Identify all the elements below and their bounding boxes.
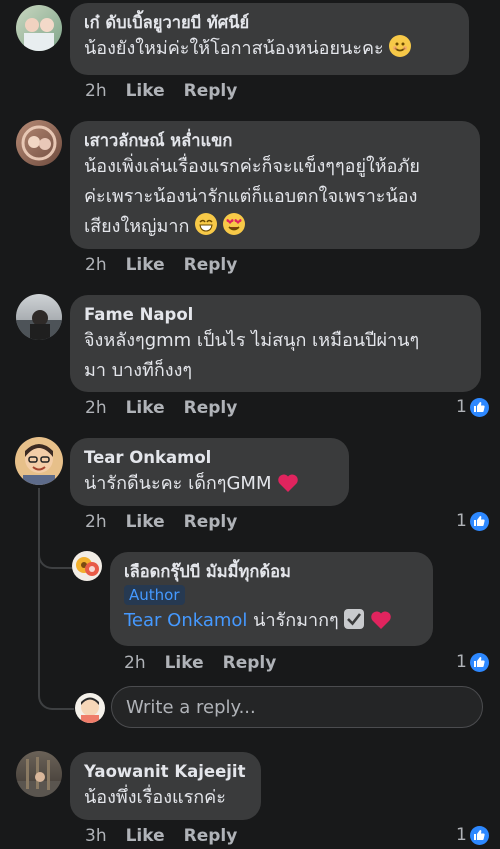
- reply-input-placeholder: Write a reply...: [126, 697, 256, 718]
- current-user-avatar: [75, 693, 105, 723]
- comment-author[interactable]: Yaowanit Kajeejit: [84, 761, 247, 783]
- comment-bubble: Tear Onkamol น่ารักดีนะคะ เด็กๆGMM: [70, 438, 349, 506]
- reaction-count-number: 1: [456, 825, 467, 845]
- like-button[interactable]: Like: [126, 255, 165, 275]
- reply-input[interactable]: Write a reply...: [111, 686, 483, 728]
- comment-author[interactable]: เก๋ ดับเบิ้ลยูวายบี ทัศนีย์: [84, 12, 455, 34]
- reply-button[interactable]: Reply: [184, 81, 238, 101]
- reaction-count-number: 1: [456, 397, 467, 417]
- avatar-photo-icon: [24, 18, 54, 51]
- comment-author[interactable]: เลือดกรุ๊ปบี มัมมี้ทุกด้อม: [124, 561, 419, 583]
- heart-eyes-emoji-icon: [222, 213, 245, 235]
- thread-branch: [38, 690, 74, 710]
- comment-bubble: เก๋ ดับเบิ้ลยูวายบี ทัศนีย์ น้องยังใหม่ค…: [70, 3, 469, 75]
- like-thumb-icon: [469, 511, 489, 531]
- grin-emoji-icon: [195, 213, 218, 235]
- like-thumb-icon: [469, 397, 489, 417]
- comment-time[interactable]: 2h: [85, 255, 107, 275]
- comment-bubble: เลือดกรุ๊ปบี มัมมี้ทุกด้อม Author Tear O…: [110, 552, 433, 646]
- comment-text-line: เสียงใหญ่มาก: [84, 216, 190, 237]
- comment-text-line: น้องเพิ่งเล่นเรื่องแรกค่ะก็จะแข็งๆๆอยู่ใ…: [84, 156, 420, 177]
- like-thumb-icon: [469, 652, 489, 672]
- reaction-count-number: 1: [456, 652, 467, 672]
- smile-emoji-icon: [389, 35, 412, 57]
- avatar[interactable]: [16, 751, 62, 797]
- thread-line: [38, 488, 40, 694]
- reaction-count[interactable]: 1: [456, 652, 489, 672]
- comment-text: น่ารักมากๆ: [247, 610, 339, 631]
- comment-time[interactable]: 3h: [85, 826, 107, 846]
- check-mark-icon: [344, 609, 365, 629]
- reaction-count[interactable]: 1: [456, 511, 489, 531]
- thread-branch: [38, 545, 74, 569]
- comment-author[interactable]: Fame Napol: [84, 304, 467, 326]
- avatar-photo-icon: [81, 697, 99, 723]
- avatar[interactable]: [72, 551, 102, 581]
- comment-bubble: เสาวลักษณ์ หล่ำแขก น้องเพิ่งเล่นเรื่องแร…: [70, 121, 480, 249]
- comment-author[interactable]: Tear Onkamol: [84, 447, 335, 469]
- like-button[interactable]: Like: [126, 398, 165, 418]
- reply-button[interactable]: Reply: [184, 826, 238, 846]
- reply-button[interactable]: Reply: [184, 255, 238, 275]
- author-badge: Author: [124, 585, 185, 605]
- red-heart-icon: [370, 610, 392, 640]
- red-heart-icon: [277, 473, 299, 503]
- reaction-count-number: 1: [456, 511, 467, 531]
- comment-bubble: Yaowanit Kajeejit น้องพึ่งเรื่องแรกค่ะ: [70, 752, 261, 820]
- like-button[interactable]: Like: [126, 81, 165, 101]
- comment-time[interactable]: 2h: [124, 653, 146, 673]
- avatar[interactable]: [15, 437, 63, 485]
- reply-button[interactable]: Reply: [184, 398, 238, 418]
- reaction-count[interactable]: 1: [456, 825, 489, 845]
- comment-text-line: มา บางทีก็งงๆ: [84, 360, 193, 381]
- comment-time[interactable]: 2h: [85, 398, 107, 418]
- reply-button[interactable]: Reply: [223, 653, 277, 673]
- avatar[interactable]: [16, 294, 62, 340]
- avatar[interactable]: [16, 120, 62, 166]
- reply-button[interactable]: Reply: [184, 512, 238, 532]
- like-button[interactable]: Like: [165, 653, 204, 673]
- avatar[interactable]: [16, 5, 62, 51]
- avatar-photo-icon: [23, 444, 55, 485]
- like-button[interactable]: Like: [126, 826, 165, 846]
- avatar-photo-icon: [21, 125, 57, 161]
- comment-time[interactable]: 2h: [85, 512, 107, 532]
- comment-text-line: ค่ะเพราะน้องน่ารักแต่ก็แอบตกใจเพราะน้อง: [84, 186, 418, 207]
- avatar-photo-icon: [76, 557, 99, 576]
- comment-text: น่ารักดีนะคะ เด็กๆGMM: [84, 473, 272, 494]
- like-thumb-icon: [469, 825, 489, 845]
- reaction-count[interactable]: 1: [456, 397, 489, 417]
- comment-text: น้องพึ่งเรื่องแรกค่ะ: [84, 787, 226, 808]
- comment-bubble: Fame Napol จิงหลังๆgmm เป็นไร ไม่สนุก เห…: [70, 295, 481, 392]
- like-button[interactable]: Like: [126, 512, 165, 532]
- avatar-photo-icon: [16, 310, 62, 340]
- mention-link[interactable]: Tear Onkamol: [124, 610, 247, 631]
- comment-author[interactable]: เสาวลักษณ์ หล่ำแขก: [84, 130, 466, 152]
- comment-text-line: จิงหลังๆgmm เป็นไร ไม่สนุก เหมือนปีผ่านๆ: [84, 330, 420, 351]
- comment-time[interactable]: 2h: [85, 81, 107, 101]
- comment-text: น้องยังใหม่ค่ะให้โอกาสน้องหน่อยนะคะ: [84, 38, 384, 59]
- avatar-photo-icon: [16, 757, 62, 797]
